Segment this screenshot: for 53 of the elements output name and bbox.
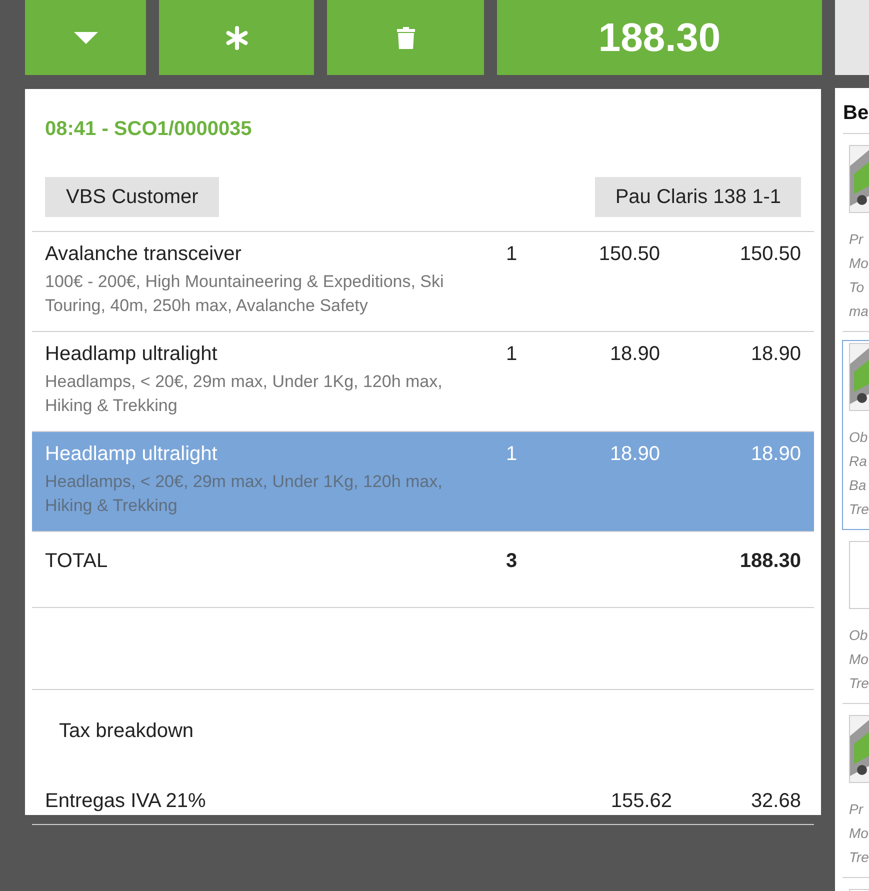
image-frame <box>849 541 869 609</box>
product-attributes: Headlamps, < 20€, 29m max, Under 1Kg, 120h max, Hiking & Trekking <box>45 371 444 417</box>
product-description-line: Mo <box>849 650 869 669</box>
product-description-line: Mo <box>849 254 869 273</box>
product-description-line: Ob <box>849 428 869 447</box>
total-amount: 188.30 <box>738 549 801 574</box>
location-button[interactable]: Pau Claris 138 1-1 <box>595 177 801 217</box>
trash-icon <box>396 26 414 48</box>
product-description-line: Mo <box>849 824 869 843</box>
product-description-line: To <box>849 278 866 297</box>
product-name: Headlamp ultralight <box>45 442 218 466</box>
product-description-line: ma <box>849 302 869 321</box>
customer-button[interactable]: VBS Customer <box>45 177 220 217</box>
product-card[interactable]: Pr Mo To ma <box>842 142 869 332</box>
tax-amount: 32.68 <box>750 789 801 814</box>
product-name: Headlamp ultralight <box>45 342 218 366</box>
quantity: 1 <box>505 242 518 267</box>
quantity: 1 <box>505 342 518 367</box>
total-button[interactable]: 188.30 <box>497 0 822 75</box>
unit-price: 150.50 <box>598 242 660 267</box>
tax-name: Entregas IVA 21% <box>45 789 207 814</box>
product-description-line: Pr <box>849 230 864 249</box>
product-attributes: 100€ - 200€, High Mountaineering & Expeditions, Ski Touring, 40m, 250h max, Avalanche Safety <box>45 271 445 317</box>
line-total: 18.90 <box>750 342 801 367</box>
trash-button[interactable] <box>327 0 484 75</box>
tax-title: Tax breakdown <box>58 719 195 744</box>
panel-tab[interactable] <box>835 0 869 75</box>
unit-price: 18.90 <box>608 342 660 367</box>
line-total: 150.50 <box>738 242 801 267</box>
product-description-line: Ob <box>849 626 869 645</box>
product-card[interactable]: Ob Ra Ba Tre <box>842 340 869 530</box>
product-description-line: Tre <box>849 848 869 867</box>
product-description-line: Ba <box>849 476 868 495</box>
product-description-line: Tre <box>849 500 869 519</box>
asterisk-icon <box>224 26 248 50</box>
quantity: 1 <box>505 442 518 467</box>
total-label: TOTAL <box>45 549 109 574</box>
total-quantity: 3 <box>505 549 518 574</box>
product-card[interactable]: Ob Mo Tre <box>842 538 869 704</box>
product-description-line: Tre <box>849 674 869 693</box>
caret-icon <box>72 30 98 44</box>
tax-base: 155.62 <box>610 789 672 814</box>
product-card[interactable]: Pr Mo Tre <box>842 712 869 878</box>
unit-price: 18.90 <box>608 442 660 467</box>
panel-title: Be <box>843 101 869 125</box>
caret-button[interactable] <box>25 0 146 75</box>
product-attributes: Headlamps, < 20€, 29m max, Under 1Kg, 120h max, Hiking & Trekking <box>45 471 444 517</box>
line-total: 18.90 <box>750 442 801 467</box>
receipt-header: 08:41 - SCO1/0000035 <box>44 117 253 142</box>
product-description-line: Pr <box>849 800 864 819</box>
asterisk-button[interactable] <box>159 0 314 75</box>
product-name: Avalanche transceiver <box>45 242 242 266</box>
product-description-line: Ra <box>849 452 868 471</box>
